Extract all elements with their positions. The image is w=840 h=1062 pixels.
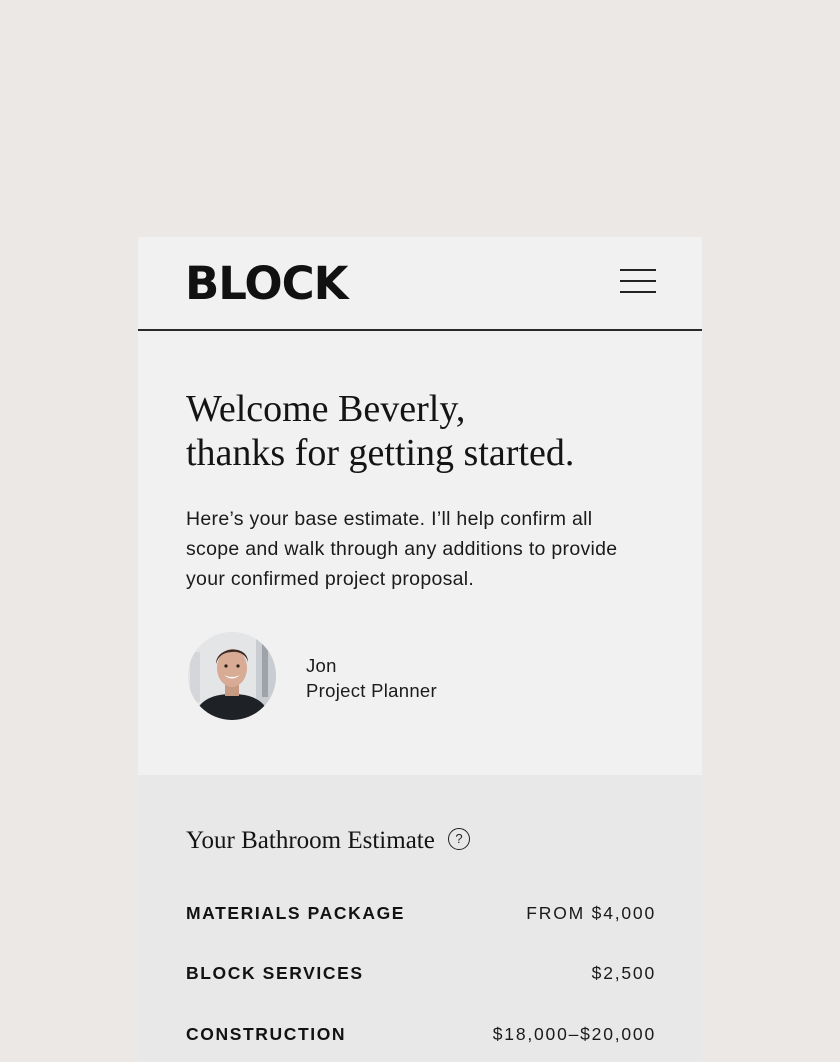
planner-avatar xyxy=(188,632,276,720)
block-logo[interactable]: BLOCK xyxy=(185,259,349,309)
welcome-line-2: thanks for getting started. xyxy=(186,432,575,474)
estimate-row-construction: CONSTRUCTION $18,000–$20,000 xyxy=(186,1024,656,1050)
planner-role: Project Planner xyxy=(306,680,437,701)
estimate-title: Your Bathroom Estimate xyxy=(186,827,435,854)
top-header: BLOCK xyxy=(138,237,702,331)
planner-info: Jon Project Planner xyxy=(306,653,437,703)
estimate-row-materials: MATERIALS PACKAGE FROM $4,000 xyxy=(186,903,656,929)
hamburger-menu-icon[interactable] xyxy=(620,269,658,293)
estimate-row-value: $2,500 xyxy=(591,963,656,983)
estimate-row-services: BLOCK SERVICES $2,500 xyxy=(186,963,656,989)
estimate-card: BLOCK Welcome Beverly, thanks for gettin… xyxy=(138,237,702,1062)
planner-name: Jon xyxy=(306,655,337,676)
estimate-row-label: BLOCK SERVICES xyxy=(186,963,364,983)
welcome-heading: Welcome Beverly, thanks for getting star… xyxy=(186,387,574,475)
intro-text: Here’s your base estimate. I’ll help con… xyxy=(186,508,618,590)
help-icon[interactable]: ? xyxy=(448,828,470,850)
estimate-row-label: CONSTRUCTION xyxy=(186,1024,347,1044)
estimate-section: Your Bathroom Estimate ? MATERIALS PACKA… xyxy=(138,775,702,1062)
estimate-row-value: $18,000–$20,000 xyxy=(492,1024,656,1044)
estimate-row-value: FROM $4,000 xyxy=(526,903,656,923)
estimate-row-label: MATERIALS PACKAGE xyxy=(186,903,406,923)
welcome-line-1: Welcome Beverly, xyxy=(186,388,466,430)
